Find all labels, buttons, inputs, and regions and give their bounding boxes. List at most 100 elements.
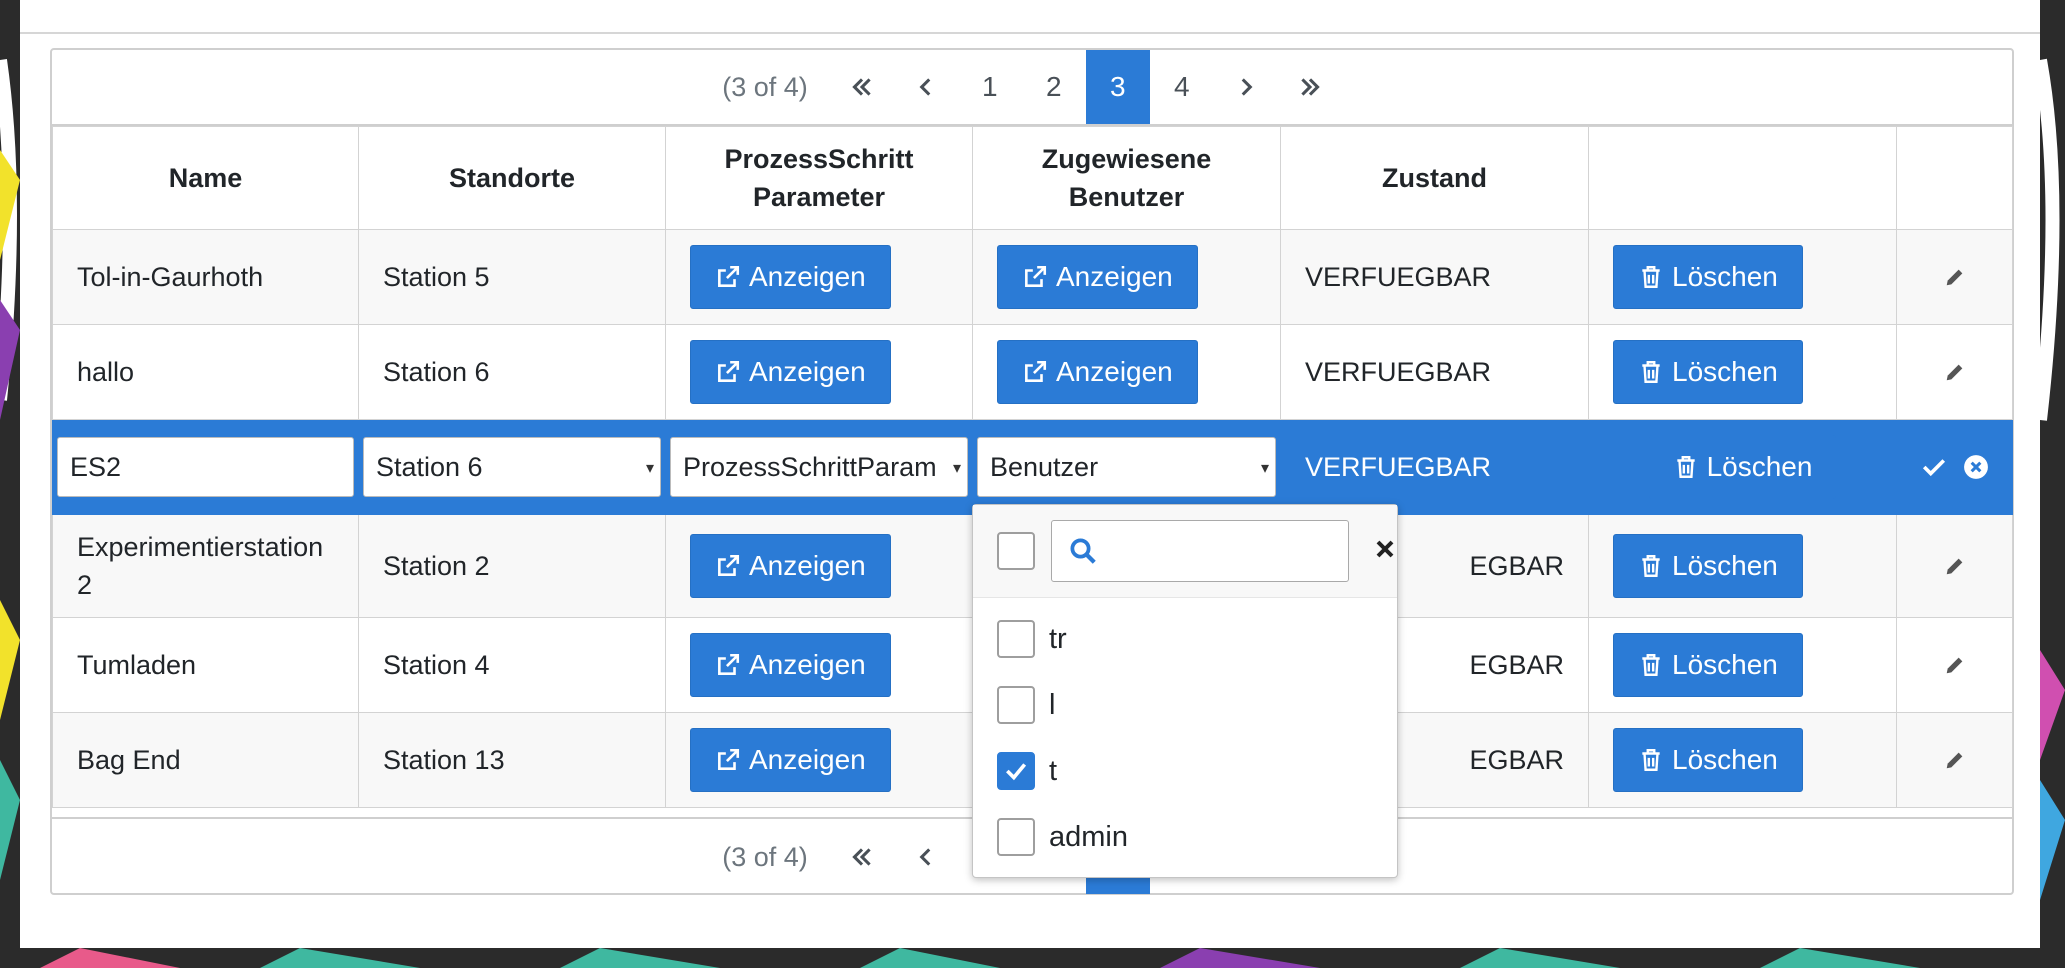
cell-edit — [1896, 617, 2013, 713]
column-header-delete — [1588, 126, 1897, 230]
edit-row-button[interactable] — [1921, 749, 1988, 771]
list-item[interactable]: admin — [973, 804, 1397, 870]
select-value: Benutzer — [990, 451, 1099, 482]
select-value: ProzessSchrittParam — [683, 451, 937, 482]
column-header-prozessschritt[interactable]: ProzessSchritt Parameter — [665, 126, 973, 230]
page-4-button[interactable]: 4 — [1150, 50, 1214, 124]
button-label: Löschen — [1672, 744, 1778, 775]
header-line: Parameter — [752, 182, 886, 212]
cell-standort: Station 13 — [358, 712, 666, 808]
cell-standort: Station 2 — [358, 514, 666, 618]
list-item[interactable]: t — [973, 738, 1397, 804]
cancel-circle-icon[interactable] — [1963, 454, 1989, 480]
column-header-edit — [1896, 126, 2013, 230]
filter-input[interactable] — [1050, 520, 1349, 582]
cell-delete: Löschen — [1588, 617, 1897, 713]
name-text: 2 — [77, 570, 93, 600]
list-item[interactable]: tr — [973, 606, 1397, 672]
cell-standort: Station 4 — [358, 617, 666, 713]
delete-button[interactable]: Löschen — [1613, 534, 1803, 598]
select-all-checkbox[interactable] — [997, 532, 1035, 570]
button-label: Anzeigen — [1056, 356, 1173, 387]
name-input[interactable]: ES2 — [57, 437, 354, 497]
table-row[interactable]: Tol-in-Gaurhoth Station 5 Anzeigen Anzei… — [52, 229, 2013, 325]
button-label: Anzeigen — [749, 550, 866, 581]
cell-standort: Station 5 — [358, 229, 666, 325]
edit-row-button[interactable] — [1921, 266, 1988, 288]
show-prozess-button[interactable]: Anzeigen — [690, 245, 891, 309]
show-prozess-button[interactable]: Anzeigen — [690, 340, 891, 404]
page-3-button[interactable]: 3 — [1085, 50, 1150, 124]
cell-edit — [1896, 229, 2013, 325]
cell-name: Bag End — [52, 712, 359, 808]
header-line: Zugewiesene — [1041, 144, 1212, 174]
delete-button[interactable]: Löschen — [1613, 340, 1803, 404]
cell-delete: Löschen — [1588, 712, 1897, 808]
button-label: Löschen — [1706, 451, 1813, 482]
standort-select[interactable]: Station 6 ▾ — [363, 437, 661, 497]
show-prozess-button[interactable]: Anzeigen — [690, 633, 891, 697]
double-chevron-right-icon — [1301, 78, 1320, 96]
option-checkbox[interactable] — [997, 620, 1035, 658]
close-panel-button[interactable] — [1373, 537, 1397, 566]
cell-name: ES2 — [52, 419, 359, 515]
cell-edit — [1896, 712, 2013, 808]
cell-edit — [1896, 324, 2013, 420]
next-page-button[interactable] — [1214, 50, 1278, 124]
check-icon[interactable] — [1921, 454, 1947, 480]
delete-button[interactable]: Löschen — [1613, 245, 1803, 309]
check-icon — [1006, 763, 1027, 781]
page-1-button[interactable]: 1 — [958, 50, 1022, 124]
cell-zustand: VERFUEGBAR — [1280, 229, 1589, 325]
table-row[interactable]: hallo Station 6 Anzeigen Anzeigen VERFUE… — [52, 324, 2013, 420]
column-header-benutzer[interactable]: Zugewiesene Benutzer — [972, 126, 1281, 230]
edit-row-button[interactable] — [1921, 361, 1988, 383]
button-label: Löschen — [1672, 550, 1778, 581]
trash-icon — [1642, 555, 1660, 577]
table-row-editing[interactable]: ES2 Station 6 ▾ ProzessSchrittParam ▾ Benu… — [52, 419, 2013, 515]
search-icon — [1070, 538, 1096, 564]
edit-row-button[interactable] — [1921, 555, 1988, 577]
column-header-standorte[interactable]: Standorte — [358, 126, 666, 230]
first-page-button[interactable] — [830, 50, 894, 124]
cell-name: Tumladen — [52, 617, 359, 713]
page-2-button[interactable]: 2 — [1022, 50, 1086, 124]
delete-button[interactable]: Löschen — [1648, 435, 1837, 499]
button-label: Löschen — [1672, 356, 1778, 387]
pencil-icon — [1946, 364, 1962, 381]
first-page-button[interactable] — [830, 820, 894, 894]
trash-icon — [1642, 266, 1660, 288]
cell-zustand: VERFUEGBAR — [1280, 419, 1589, 515]
prev-page-button[interactable] — [894, 820, 958, 894]
show-prozess-button[interactable]: Anzeigen — [690, 728, 891, 792]
option-checkbox[interactable] — [997, 818, 1035, 856]
external-link-icon — [718, 360, 740, 382]
show-prozess-button[interactable]: Anzeigen — [690, 534, 891, 598]
cell-standort: Station 6 ▾ — [358, 419, 666, 515]
external-link-icon — [1025, 265, 1047, 287]
column-header-name[interactable]: Name — [52, 126, 359, 230]
benutzer-multiselect[interactable]: Benutzer ▾ — [977, 437, 1276, 497]
button-label: Anzeigen — [749, 649, 866, 680]
option-label: tr — [1049, 622, 1067, 655]
option-label: l — [1049, 688, 1056, 721]
cell-standort: Station 6 — [358, 324, 666, 420]
chevron-left-icon — [919, 78, 931, 96]
last-page-button[interactable] — [1278, 50, 1342, 124]
delete-button[interactable]: Löschen — [1613, 633, 1803, 697]
trash-icon — [1642, 749, 1660, 771]
column-header-zustand[interactable]: Zustand — [1280, 126, 1589, 230]
prozess-select[interactable]: ProzessSchrittParam ▾ — [670, 437, 968, 497]
cell-benutzer: Anzeigen — [972, 324, 1281, 420]
delete-button[interactable]: Löschen — [1613, 728, 1803, 792]
cell-edit-actions — [1896, 419, 2013, 515]
multiselect-header — [973, 505, 1397, 598]
show-benutzer-button[interactable]: Anzeigen — [997, 245, 1198, 309]
prev-page-button[interactable] — [894, 50, 958, 124]
option-checkbox[interactable] — [997, 686, 1035, 724]
cell-delete: Löschen — [1588, 324, 1897, 420]
list-item[interactable]: l — [973, 672, 1397, 738]
edit-row-button[interactable] — [1921, 654, 1988, 676]
show-benutzer-button[interactable]: Anzeigen — [997, 340, 1198, 404]
option-checkbox-checked[interactable] — [997, 752, 1035, 790]
